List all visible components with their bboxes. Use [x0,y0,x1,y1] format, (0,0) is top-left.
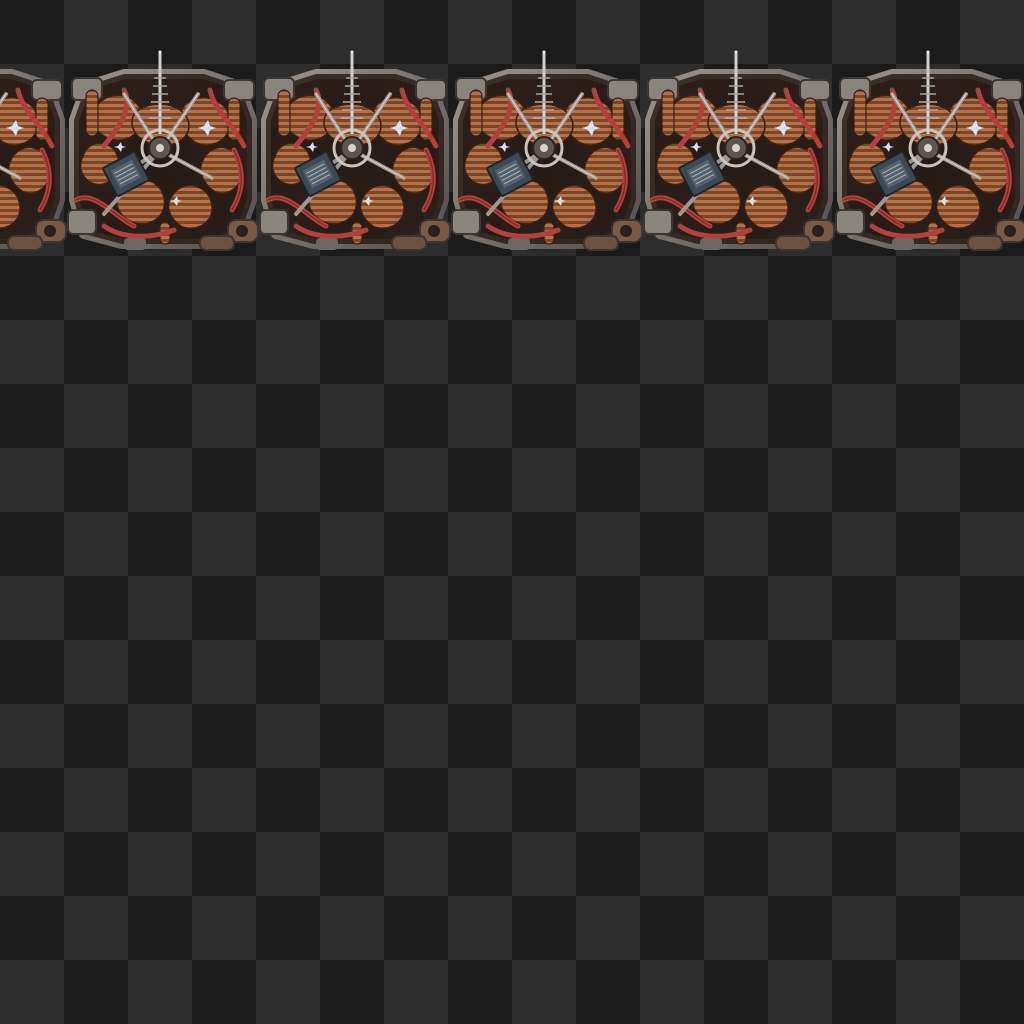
sprite-frame-2 [64,50,260,252]
machine-core-sprite-icon [450,50,643,252]
machine-core-sprite-icon [258,50,451,252]
machine-core-sprite-icon [66,50,259,252]
sprite-frame-4 [448,50,644,252]
sprite-frame-5 [640,50,836,252]
sprite-sheet-canvas [0,0,1024,1024]
sprite-frame-1 [0,50,68,251]
sprite-frame-3 [256,50,452,252]
machine-core-sprite-icon [642,50,835,252]
machine-core-sprite-icon [834,50,1024,252]
machine-core-sprite-icon [0,69,67,251]
sprite-frame-6 [832,50,1024,252]
